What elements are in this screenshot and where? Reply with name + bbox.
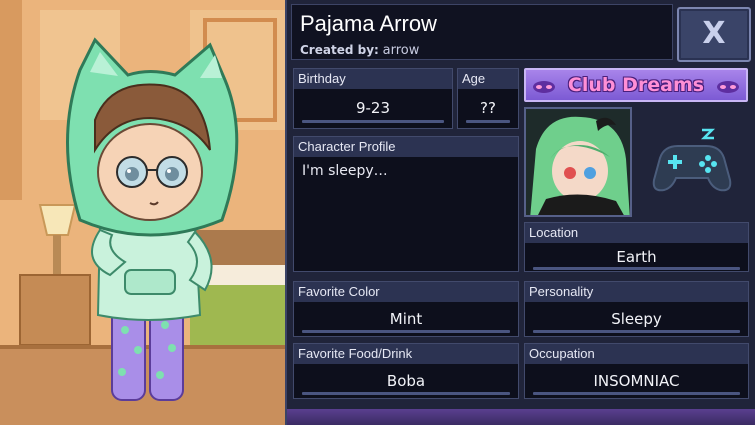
panel-footer-bar — [287, 409, 755, 425]
sleep-mask-icon — [717, 81, 739, 93]
favorite-color-field[interactable]: Favorite Color Mint — [293, 281, 519, 337]
occupation-value: INSOMNIAC — [593, 372, 680, 390]
age-value: ?? — [480, 99, 496, 117]
location-label: Location — [525, 223, 748, 243]
club-leader-portrait[interactable] — [524, 107, 632, 217]
character-profile-label: Character Profile — [294, 137, 518, 157]
personality-value: Sleepy — [611, 310, 662, 328]
occupation-underline — [533, 392, 740, 395]
created-by: Created by: arrow — [300, 43, 419, 58]
location-value: Earth — [616, 248, 657, 266]
birthday-label: Birthday — [294, 69, 452, 89]
gamepad-icon — [652, 128, 732, 192]
personality-underline — [533, 330, 740, 333]
favorite-color-label: Favorite Color — [294, 282, 518, 302]
personality-field[interactable]: Personality Sleepy — [524, 281, 749, 337]
favorite-color-value: Mint — [389, 310, 423, 328]
birthday-field[interactable]: Birthday 9-23 — [293, 68, 453, 129]
favorite-food-label: Favorite Food/Drink — [294, 344, 518, 364]
created-by-label: Created by: — [300, 43, 379, 57]
character-name: Pajama Arrow — [300, 11, 437, 36]
age-label: Age — [458, 69, 518, 89]
character-profile-field[interactable]: Character Profile I'm sleepy… — [293, 136, 519, 272]
profile-panel: Pajama Arrow Created by: arrow X Birthda… — [285, 0, 755, 425]
close-icon: X — [702, 16, 726, 51]
character-sprite — [66, 37, 239, 401]
location-field[interactable]: Location Earth — [524, 222, 749, 272]
created-by-value: arrow — [382, 43, 420, 58]
favorite-food-field[interactable]: Favorite Food/Drink Boba — [293, 343, 519, 399]
birthday-value: 9-23 — [355, 99, 391, 117]
zzz-icon — [700, 128, 716, 140]
character-scene — [0, 0, 285, 425]
close-button[interactable]: X — [677, 7, 751, 62]
club-banner[interactable]: Club Dreams — [524, 68, 748, 102]
portrait-image — [526, 109, 630, 215]
title-bar: Pajama Arrow Created by: arrow — [291, 4, 673, 60]
personality-label: Personality — [525, 282, 748, 302]
favorite-color-underline — [302, 330, 510, 333]
age-underline — [466, 120, 510, 123]
location-underline — [533, 267, 740, 270]
age-field[interactable]: Age ?? — [457, 68, 519, 129]
birthday-underline — [302, 120, 444, 123]
character-profile-text: I'm sleepy… — [302, 163, 388, 179]
club-name: Club Dreams — [567, 74, 705, 96]
occupation-label: Occupation — [525, 344, 748, 364]
occupation-field[interactable]: Occupation INSOMNIAC — [524, 343, 749, 399]
favorite-food-underline — [302, 392, 510, 395]
favorite-food-value: Boba — [386, 372, 426, 390]
